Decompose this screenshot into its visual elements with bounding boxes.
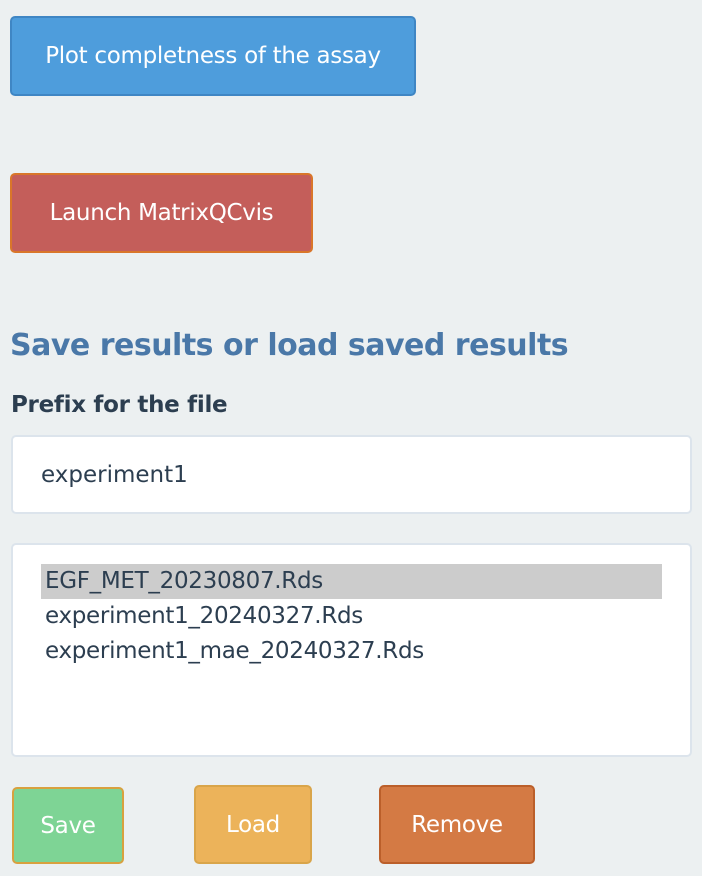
- saved-files-list[interactable]: EGF_MET_20230807.Rds experiment1_2024032…: [11, 543, 692, 757]
- load-button[interactable]: Load: [194, 785, 312, 864]
- file-option-0[interactable]: EGF_MET_20230807.Rds: [41, 564, 662, 599]
- save-button[interactable]: Save: [12, 787, 124, 864]
- prefix-input[interactable]: [11, 435, 692, 514]
- launch-matrixqcvis-button[interactable]: Launch MatrixQCvis: [10, 173, 313, 253]
- plot-completeness-button[interactable]: Plot completness of the assay: [10, 16, 416, 96]
- section-title: Save results or load saved results: [10, 328, 569, 363]
- remove-button[interactable]: Remove: [379, 785, 535, 864]
- file-option-2[interactable]: experiment1_mae_20240327.Rds: [41, 634, 662, 669]
- prefix-label: Prefix for the file: [11, 392, 228, 418]
- file-option-1[interactable]: experiment1_20240327.Rds: [41, 599, 662, 634]
